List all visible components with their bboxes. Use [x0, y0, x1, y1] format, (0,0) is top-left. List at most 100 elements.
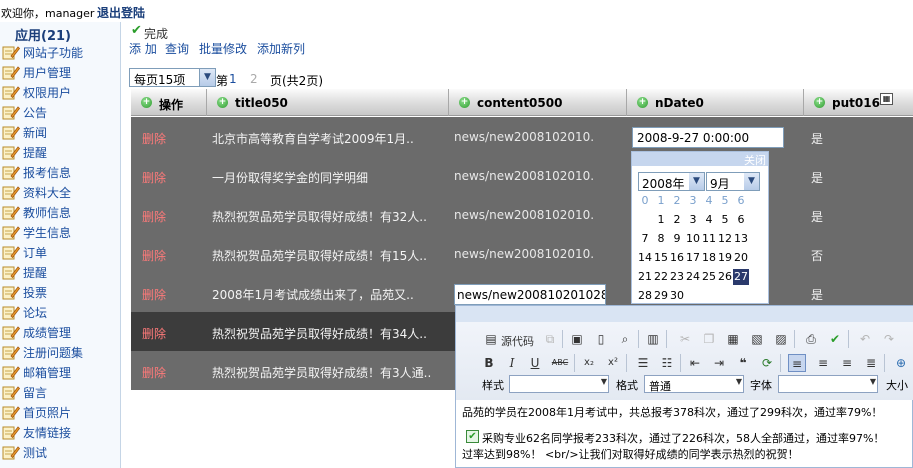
calendar-day[interactable]: 29: [653, 288, 669, 304]
delete-link[interactable]: 删除: [142, 169, 166, 186]
align-right-icon[interactable]: ≡: [838, 354, 856, 372]
chevron-down-icon[interactable]: ▼: [744, 173, 759, 190]
batch-edit-link[interactable]: 批量修改: [199, 40, 247, 57]
italic-icon[interactable]: I: [503, 354, 521, 372]
calendar-day[interactable]: 23: [669, 269, 685, 285]
templates-icon[interactable]: ▥: [644, 330, 662, 348]
calendar-day[interactable]: 13: [733, 231, 749, 247]
calendar-day[interactable]: 4: [701, 212, 717, 228]
add-column-link[interactable]: 添加新列: [257, 40, 305, 57]
title-cell[interactable]: 北京市高等教育自学考试2009年1月..: [212, 130, 442, 147]
query-link[interactable]: 查询: [165, 40, 189, 57]
calendar-day[interactable]: 0: [637, 193, 653, 209]
sidebar-item[interactable]: 公告: [0, 102, 120, 122]
title-cell[interactable]: 热烈祝贺品苑学员取得好成绩！有34人..: [212, 325, 442, 342]
sidebar-item[interactable]: 报考信息: [0, 162, 120, 182]
put-cell[interactable]: 是: [811, 208, 823, 225]
calendar-day[interactable]: 3: [685, 193, 701, 209]
column-header-content[interactable]: + content0500: [449, 89, 627, 116]
paste-text-icon[interactable]: ▧: [748, 330, 766, 348]
calendar-day[interactable]: 11: [701, 231, 717, 247]
subscript-icon[interactable]: x₂: [580, 354, 598, 372]
calendar-day[interactable]: 7: [637, 231, 653, 247]
strikethrough-icon[interactable]: ABC: [551, 354, 569, 372]
sort-icon[interactable]: +: [459, 97, 470, 108]
title-cell[interactable]: 热烈祝贺品苑学员取得好成绩！有32人..: [212, 208, 442, 225]
close-calendar-link[interactable]: 关闭: [744, 152, 766, 168]
blockquote-icon[interactable]: ❝: [734, 354, 752, 372]
calendar-day[interactable]: 15: [653, 250, 669, 266]
sort-icon[interactable]: +: [814, 97, 825, 108]
spellcheck-icon[interactable]: ✔: [826, 330, 844, 348]
sidebar-item[interactable]: 留言: [0, 382, 120, 402]
print-preview-icon[interactable]: ⌕: [616, 330, 634, 348]
calendar-day[interactable]: 4: [701, 193, 717, 209]
calendar-day[interactable]: 24: [685, 269, 701, 285]
delete-link[interactable]: 删除: [142, 364, 166, 381]
calendar-day[interactable]: 1: [653, 193, 669, 209]
calendar-day[interactable]: 6: [733, 212, 749, 228]
outdent-icon[interactable]: ⇤: [686, 354, 704, 372]
sort-icon[interactable]: +: [217, 97, 228, 108]
delete-link[interactable]: 删除: [142, 325, 166, 342]
page-link-2[interactable]: 2: [250, 72, 258, 86]
justify-icon[interactable]: ≣: [862, 354, 880, 372]
print-icon[interactable]: ⎙: [802, 330, 820, 348]
style-combo[interactable]: ▼: [509, 375, 609, 393]
column-header-put[interactable]: + put016 ▦: [804, 89, 913, 116]
sidebar-item[interactable]: 订单: [0, 242, 120, 262]
content-input[interactable]: news/new200810201028.1: [454, 284, 606, 305]
align-center-icon[interactable]: ≡: [814, 354, 832, 372]
column-settings-icon[interactable]: ▦: [880, 93, 893, 105]
content-cell[interactable]: news/new2008102010..: [454, 130, 594, 144]
chevron-down-icon[interactable]: ▼: [736, 377, 742, 386]
calendar-day[interactable]: 2: [669, 212, 685, 228]
sidebar-item[interactable]: 新闻: [0, 122, 120, 142]
delete-link[interactable]: 删除: [142, 247, 166, 264]
save-icon[interactable]: ▣: [568, 330, 586, 348]
undo-icon[interactable]: ↶: [856, 330, 874, 348]
sidebar-item[interactable]: 学生信息: [0, 222, 120, 242]
superscript-icon[interactable]: x²: [604, 354, 622, 372]
new-document-icon[interactable]: ▯: [592, 330, 610, 348]
sidebar-item[interactable]: 提醒: [0, 262, 120, 282]
title-cell[interactable]: 一月份取得奖学金的同学明细: [212, 169, 442, 186]
cut-icon[interactable]: ✂: [676, 330, 694, 348]
source-code-label[interactable]: 源代码: [501, 333, 534, 349]
calendar-day[interactable]: 5: [717, 193, 733, 209]
paste-word-icon[interactable]: ▨: [772, 330, 790, 348]
create-div-icon[interactable]: ⟳: [758, 354, 776, 372]
sidebar-item[interactable]: 注册问题集: [0, 342, 120, 362]
preview-icon[interactable]: ⧉: [541, 330, 559, 348]
delete-link[interactable]: 删除: [142, 208, 166, 225]
calendar-day[interactable]: 17: [685, 250, 701, 266]
sidebar-item[interactable]: 测试: [0, 442, 120, 462]
chevron-down-icon[interactable]: ▼: [199, 69, 215, 86]
sidebar-item[interactable]: 提醒: [0, 142, 120, 162]
calendar-day[interactable]: 18: [701, 250, 717, 266]
page-link-1[interactable]: 1: [229, 72, 237, 86]
page-size-select[interactable]: 每页15项 ▼: [129, 68, 216, 87]
format-combo[interactable]: 普通 ▼: [644, 375, 744, 393]
sidebar-item[interactable]: 成绩管理: [0, 322, 120, 342]
bullet-list-icon[interactable]: ☷: [658, 354, 676, 372]
table-row[interactable]: 删除 热烈祝贺品苑学员取得好成绩！有32人.. news/new2008102010…: [131, 195, 913, 234]
calendar-day[interactable]: 16: [669, 250, 685, 266]
put-cell[interactable]: 是: [811, 169, 823, 186]
calendar-day[interactable]: 21: [637, 269, 653, 285]
calendar-day[interactable]: 8: [653, 231, 669, 247]
calendar-day[interactable]: 3: [685, 212, 701, 228]
put-cell[interactable]: 否: [811, 247, 823, 264]
calendar-day[interactable]: 5: [717, 212, 733, 228]
font-combo[interactable]: ▼: [778, 375, 878, 393]
calendar-day[interactable]: 2: [669, 193, 685, 209]
align-left-icon[interactable]: ≡: [788, 354, 806, 372]
sidebar-item[interactable]: 网站子功能: [0, 42, 120, 62]
sidebar-item[interactable]: 教师信息: [0, 202, 120, 222]
content-cell[interactable]: news/new2008102010..: [454, 208, 594, 222]
chevron-down-icon[interactable]: ▼: [601, 377, 607, 386]
indent-icon[interactable]: ⇥: [710, 354, 728, 372]
sort-icon[interactable]: +: [637, 97, 648, 108]
logout-link[interactable]: 退出登陆: [97, 4, 145, 21]
add-link[interactable]: 添 加: [129, 40, 157, 57]
